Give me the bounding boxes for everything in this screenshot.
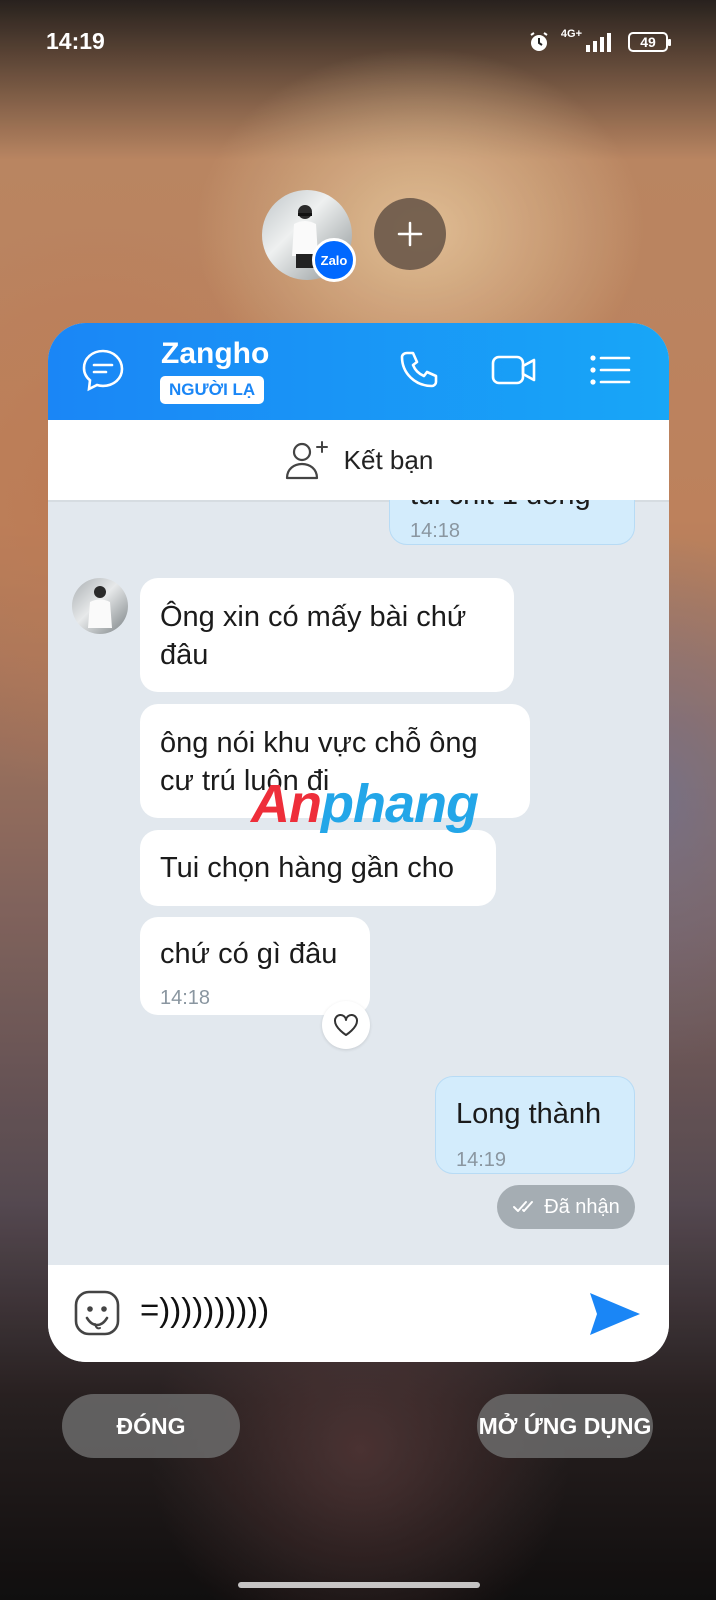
message-bubble[interactable]: Long thành 14:19: [435, 1076, 635, 1174]
chat-header: Zangho NGƯỜI LẠ: [48, 323, 669, 420]
plus-icon: [397, 221, 423, 247]
network-type: 4G+: [560, 28, 582, 40]
add-bubble-button[interactable]: [374, 198, 446, 270]
heart-icon: [334, 1014, 358, 1036]
message-text: Long thành: [456, 1098, 602, 1130]
add-friend-icon: [285, 441, 328, 480]
battery-icon: 49: [628, 32, 671, 52]
close-button[interactable]: ĐÓNG: [62, 1394, 240, 1458]
chat-window: Zangho NGƯỜI LẠ Kết bạn tui chit 1 dòng …: [48, 323, 669, 1362]
open-app-button[interactable]: MỞ ỨNG DỤNG: [477, 1394, 653, 1458]
phone-icon[interactable]: [393, 345, 443, 395]
message-bubble[interactable]: chứ có gì đâu 14:18: [140, 917, 370, 1015]
message-bubble[interactable]: Tui chọn hàng gần cho: [140, 830, 496, 906]
delivery-status-badge: Đã nhận: [497, 1185, 635, 1229]
double-check-icon: [513, 1201, 534, 1212]
sender-avatar[interactable]: [72, 578, 128, 634]
zalo-badge: Zalo: [312, 238, 356, 282]
person-photo-icon: [88, 586, 112, 628]
video-call-icon[interactable]: [489, 345, 539, 395]
add-friend-label: Kết bạn: [343, 444, 434, 475]
signal-icon: [586, 33, 611, 52]
menu-icon[interactable]: [585, 345, 635, 395]
react-heart-button[interactable]: [322, 1001, 370, 1049]
message-composer: =)))))))))): [48, 1265, 669, 1362]
message-text: Tui chọn hàng gần cho: [160, 852, 454, 884]
send-icon[interactable]: [588, 1289, 642, 1339]
home-indicator[interactable]: [238, 1582, 480, 1588]
message-text: chứ có gì đâu: [160, 938, 338, 970]
sticker-icon[interactable]: [73, 1289, 121, 1337]
status-time: 14:19: [46, 28, 105, 54]
watermark-logo: Anphang: [251, 774, 479, 834]
message-input[interactable]: =)))))))))): [140, 1291, 269, 1329]
contact-name[interactable]: Zangho: [161, 337, 269, 371]
message-bubble[interactable]: Ông xin có mấy bài chứ đâu: [140, 578, 514, 692]
battery-level: 49: [640, 34, 656, 50]
message-time: 14:19: [456, 1149, 507, 1171]
message-time: 14:18: [410, 520, 461, 542]
chat-icon[interactable]: [78, 345, 128, 395]
stranger-tag: NGƯỜI LẠ: [160, 376, 265, 404]
add-friend-bar-overlay[interactable]: Kết bạn: [48, 420, 669, 500]
status-bar: 14:19 4G+ 49: [0, 0, 716, 86]
message-text: Ông xin có mấy bài chứ đâu: [160, 601, 467, 671]
message-time: 14:18: [160, 987, 211, 1009]
delivery-status-text: Đã nhận: [544, 1195, 620, 1218]
alarm-icon: [530, 32, 548, 51]
